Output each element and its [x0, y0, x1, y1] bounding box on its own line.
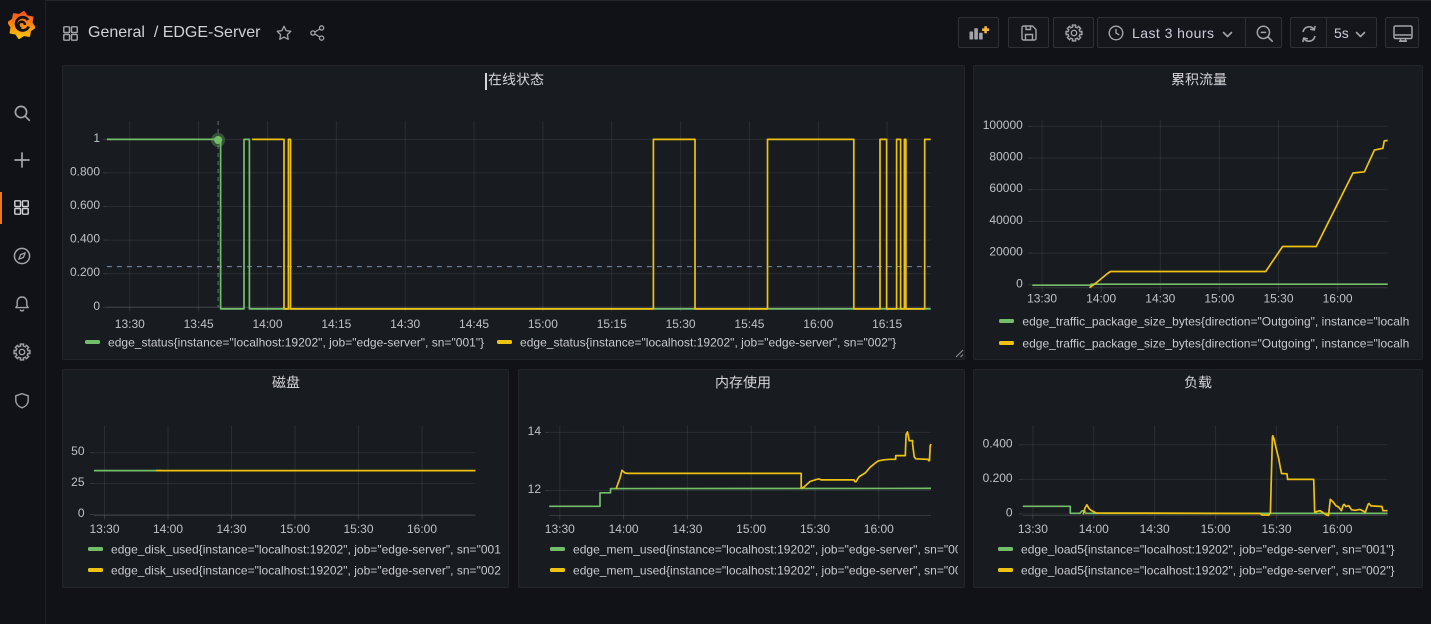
svg-text:15:45: 15:45 — [734, 317, 764, 331]
svg-text:14: 14 — [528, 424, 542, 438]
svg-text:0.400: 0.400 — [983, 436, 1013, 450]
svg-text:13:30: 13:30 — [1018, 522, 1048, 536]
svg-text:0.600: 0.600 — [70, 198, 100, 212]
svg-text:14:30: 14:30 — [672, 522, 702, 536]
svg-text:15:30: 15:30 — [666, 317, 696, 331]
svg-text:0.200: 0.200 — [983, 471, 1013, 485]
svg-text:15:15: 15:15 — [597, 317, 627, 331]
svg-text:15:30: 15:30 — [1261, 522, 1291, 536]
svg-text:15:30: 15:30 — [1263, 292, 1293, 306]
svg-text:1: 1 — [93, 131, 100, 145]
svg-text:15:00: 15:00 — [528, 317, 558, 331]
svg-text:12: 12 — [528, 482, 542, 496]
svg-text:14:00: 14:00 — [609, 522, 639, 536]
svg-text:13:45: 13:45 — [184, 317, 214, 331]
svg-text:16:00: 16:00 — [864, 522, 894, 536]
svg-text:16:00: 16:00 — [803, 317, 833, 331]
svg-text:15:00: 15:00 — [1204, 292, 1234, 306]
svg-text:13:30: 13:30 — [89, 522, 119, 536]
svg-text:13:30: 13:30 — [545, 522, 575, 536]
svg-text:16:00: 16:00 — [1323, 292, 1353, 306]
svg-text:15:00: 15:00 — [736, 522, 766, 536]
svg-text:40000: 40000 — [989, 213, 1023, 227]
svg-text:0: 0 — [78, 506, 85, 520]
svg-text:14:30: 14:30 — [216, 522, 246, 536]
svg-text:14:30: 14:30 — [1140, 522, 1170, 536]
svg-text:14:00: 14:00 — [252, 317, 282, 331]
svg-text:14:15: 14:15 — [321, 317, 351, 331]
svg-text:50: 50 — [71, 444, 85, 458]
svg-text:60000: 60000 — [989, 181, 1023, 195]
svg-text:15:00: 15:00 — [1201, 522, 1231, 536]
svg-text:14:30: 14:30 — [390, 317, 420, 331]
svg-text:0.800: 0.800 — [70, 164, 100, 178]
svg-text:14:00: 14:00 — [1079, 522, 1109, 536]
svg-text:16:15: 16:15 — [872, 317, 902, 331]
svg-text:100000: 100000 — [983, 118, 1023, 132]
svg-text:15:00: 15:00 — [280, 522, 310, 536]
svg-text:14:00: 14:00 — [1086, 292, 1116, 306]
svg-text:0: 0 — [1006, 506, 1013, 520]
svg-text:0.200: 0.200 — [70, 265, 100, 279]
svg-text:25: 25 — [71, 475, 85, 489]
svg-text:80000: 80000 — [989, 150, 1023, 164]
svg-text:16:00: 16:00 — [407, 522, 437, 536]
svg-text:14:00: 14:00 — [153, 522, 183, 536]
svg-text:13:30: 13:30 — [115, 317, 145, 331]
svg-text:14:30: 14:30 — [1145, 292, 1175, 306]
svg-text:20000: 20000 — [989, 245, 1023, 259]
svg-text:0: 0 — [1016, 276, 1023, 290]
svg-text:13:30: 13:30 — [1027, 292, 1057, 306]
svg-text:16:00: 16:00 — [1322, 522, 1352, 536]
svg-text:15:30: 15:30 — [343, 522, 373, 536]
svg-text:14:45: 14:45 — [459, 317, 489, 331]
svg-text:0.400: 0.400 — [70, 232, 100, 246]
svg-text:15:30: 15:30 — [800, 522, 830, 536]
svg-text:0: 0 — [93, 299, 100, 313]
